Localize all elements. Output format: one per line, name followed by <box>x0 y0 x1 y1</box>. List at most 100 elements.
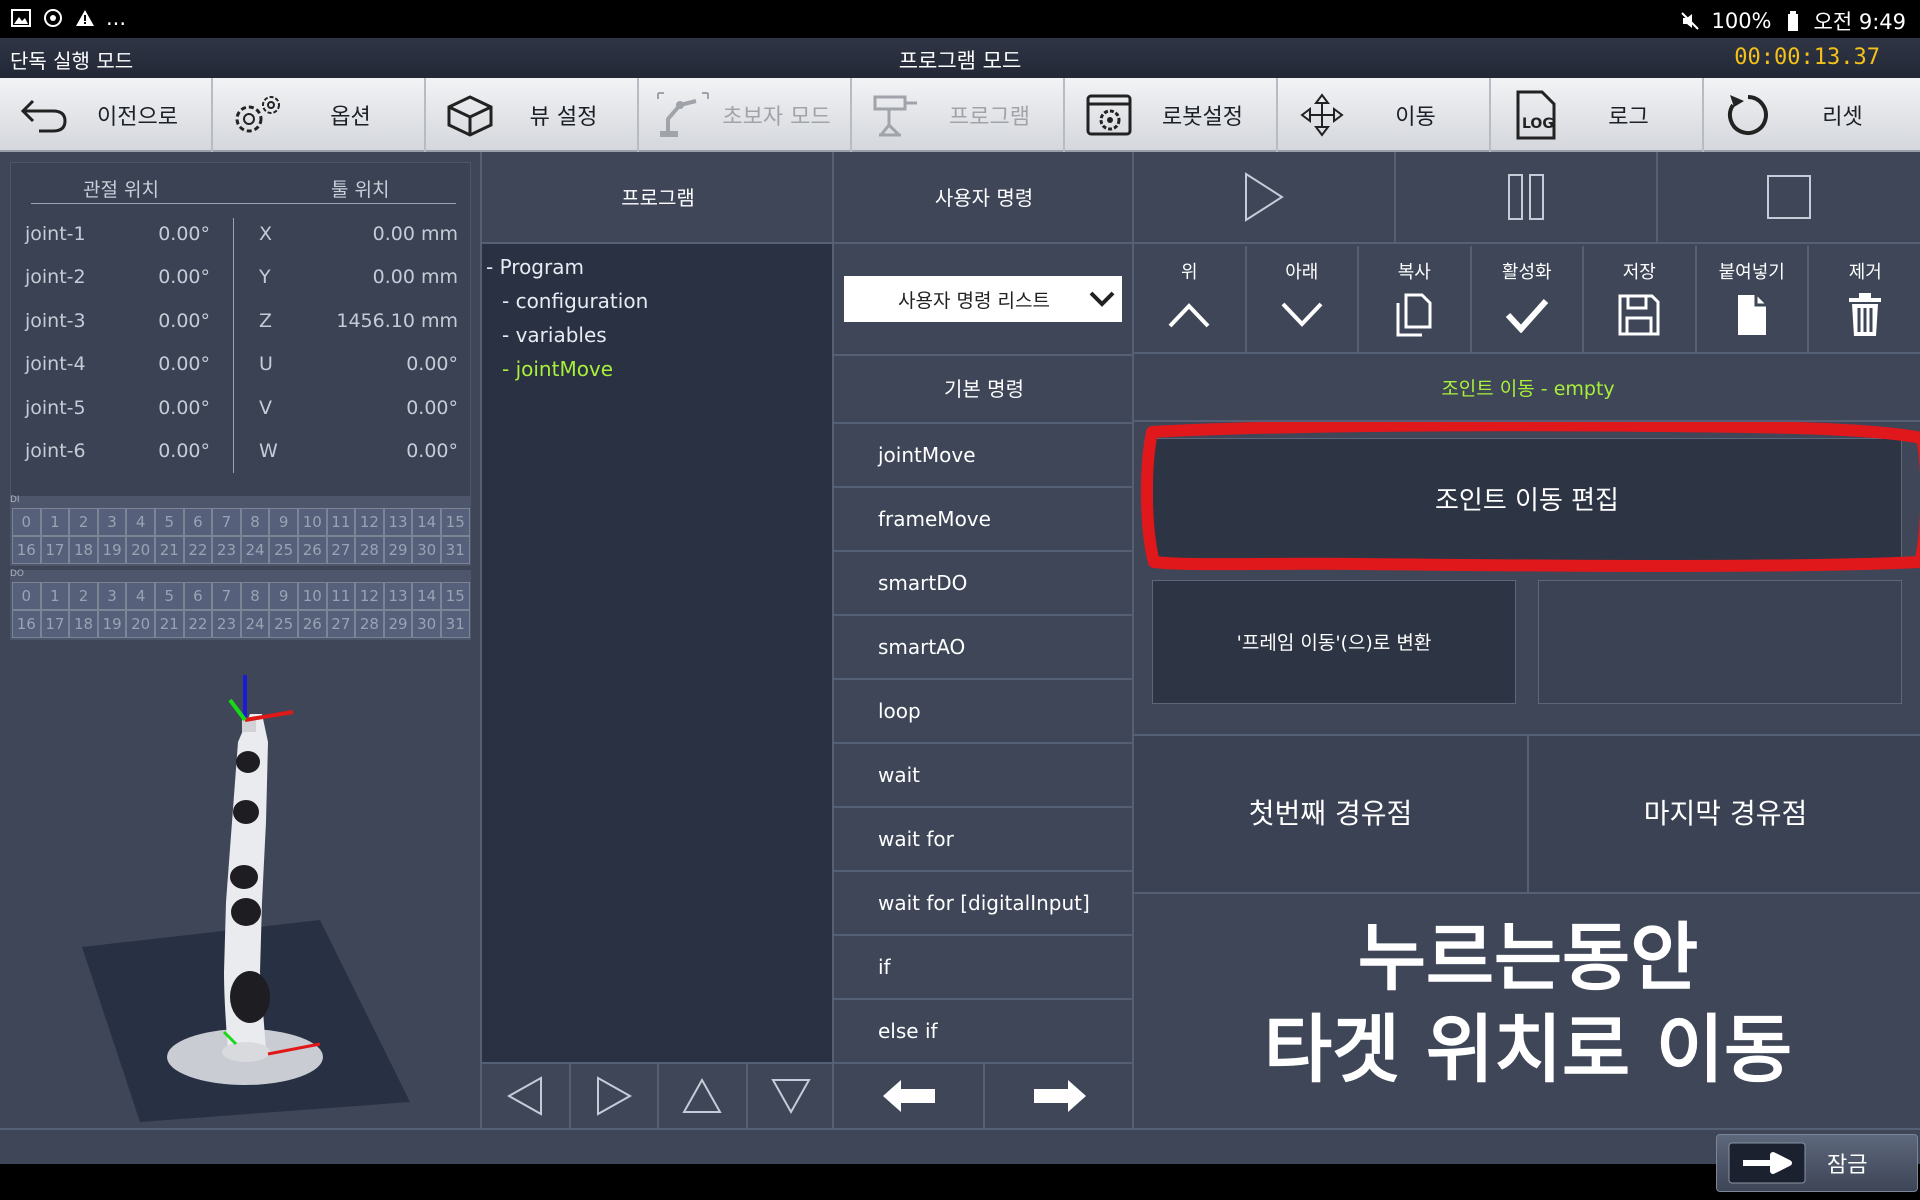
command-item[interactable]: jointMove <box>834 424 1134 488</box>
do-cell: 17 <box>40 610 70 638</box>
joint-name: joint-1 <box>25 223 86 245</box>
position-table: 관절 위치 툴 위치 joint-1 0.00° X 0.00 mm joint… <box>10 162 471 500</box>
stop-button[interactable] <box>1658 152 1920 242</box>
trash-icon <box>1847 290 1883 340</box>
nav-down-button[interactable] <box>748 1064 835 1128</box>
command-item[interactable]: frameMove <box>834 488 1134 552</box>
lock-button[interactable]: 잠금 <box>1716 1134 1918 1192</box>
activate-button[interactable]: 활성화 <box>1472 246 1584 352</box>
paste-button[interactable]: 붙여넣기 <box>1697 246 1809 352</box>
robot-3d-view[interactable] <box>10 672 471 1122</box>
command-item[interactable]: if <box>834 936 1134 1000</box>
copy-button[interactable]: 복사 <box>1359 246 1472 352</box>
do-cell: 28 <box>355 610 384 638</box>
play-button[interactable] <box>1134 152 1396 242</box>
command-item[interactable]: wait for <box>834 808 1134 872</box>
do-cell: 20 <box>126 610 155 638</box>
program-header: 프로그램 <box>482 152 834 244</box>
do-label: DO <box>10 569 25 579</box>
pause-icon <box>1508 174 1544 220</box>
program-label: 프로그램 <box>949 105 1030 130</box>
run-mode-label: 단독 실행 모드 <box>10 49 134 73</box>
command-item[interactable]: smartAO <box>834 616 1134 680</box>
battery-icon <box>1782 11 1804 31</box>
di-cell: 22 <box>183 536 213 564</box>
do-cell: 21 <box>154 610 184 638</box>
do-cell: 4 <box>126 582 155 610</box>
joint-name: joint-5 <box>25 397 86 419</box>
di-cell: 30 <box>412 536 441 564</box>
di-cell: 8 <box>240 508 270 536</box>
nav-right-button[interactable] <box>571 1064 659 1128</box>
options-button[interactable]: 옵션 <box>213 78 426 152</box>
tree-item-variables[interactable]: - variables <box>486 318 648 352</box>
di-cell: 26 <box>297 536 327 564</box>
play-icon <box>1245 172 1284 222</box>
command-item[interactable]: smartDO <box>834 552 1134 616</box>
joint-move-edit-button[interactable]: 조인트 이동 편집 <box>1152 438 1902 562</box>
do-cell: 6 <box>183 582 213 610</box>
do-cell: 26 <box>297 610 327 638</box>
nav-up-button[interactable] <box>659 1064 748 1128</box>
di-cell: 17 <box>40 536 70 564</box>
di-cell: 18 <box>69 536 98 564</box>
back-label: 이전으로 <box>97 105 178 130</box>
di-cell: 10 <box>297 508 327 536</box>
tool-axis: Y <box>259 266 271 288</box>
robot-joint <box>233 800 259 824</box>
tree-item-jointmove[interactable]: - jointMove <box>486 352 648 386</box>
joint-value: 0.00° <box>158 440 210 462</box>
program-button[interactable]: 프로그램 <box>852 78 1065 152</box>
joint-name: joint-6 <box>25 440 86 462</box>
triangle-right-icon <box>596 1076 632 1116</box>
move-down-label: 아래 <box>1285 262 1319 283</box>
arrow-left-button[interactable] <box>834 1064 985 1128</box>
program-panel: 프로그램 - Program - configuration - variabl… <box>480 152 835 1128</box>
view-settings-button[interactable]: 뷰 설정 <box>426 78 639 152</box>
move-up-label: 위 <box>1180 262 1198 283</box>
remove-button[interactable]: 제거 <box>1809 246 1920 352</box>
last-waypoint-button[interactable]: 마지막 경유점 <box>1529 736 1920 892</box>
program-tree: - Program - configuration - variables - … <box>486 250 648 386</box>
move-down-button[interactable]: 아래 <box>1247 246 1359 352</box>
do-cell: 27 <box>326 610 356 638</box>
beginner-mode-button[interactable]: 초보자 모드 <box>639 78 852 152</box>
do-cell: 22 <box>183 610 213 638</box>
di-cell: 23 <box>212 536 241 564</box>
digital-output-panel: DO 0 1 2 3 4 5 6 7 8 9 10 11 12 13 14 15 16 17 18 19 20 21 22 2… <box>10 569 471 640</box>
mute-icon <box>1679 11 1701 31</box>
move-up-button[interactable]: 위 <box>1134 246 1247 352</box>
paste-icon <box>1734 290 1770 340</box>
command-item[interactable]: loop <box>834 680 1134 744</box>
robot-program-icon <box>866 87 926 143</box>
command-edit-area: 조인트 이동 편집 '프레임 이동'(으)로 변환 <box>1134 422 1920 734</box>
move-button[interactable]: 이동 <box>1278 78 1491 152</box>
user-command-dropdown[interactable]: 사용자 명령 리스트 <box>844 276 1122 322</box>
command-item[interactable]: wait for [digitalInput] <box>834 872 1134 936</box>
tool-value: 0.00 mm <box>372 266 458 288</box>
arrow-right-button[interactable] <box>985 1064 1134 1128</box>
tree-item-program[interactable]: - Program <box>486 250 648 284</box>
save-label: 저장 <box>1622 262 1656 283</box>
do-cell: 11 <box>326 582 356 610</box>
robot-settings-button[interactable]: 로봇설정 <box>1065 78 1278 152</box>
command-item[interactable]: else if <box>834 1000 1134 1064</box>
pause-button[interactable] <box>1396 152 1658 242</box>
check-icon <box>1505 290 1549 340</box>
tree-item-configuration[interactable]: - configuration <box>486 284 648 318</box>
save-button[interactable]: 저장 <box>1584 246 1697 352</box>
header-divider <box>31 203 456 204</box>
first-waypoint-button[interactable]: 첫번째 경유점 <box>1134 736 1529 892</box>
reset-button[interactable]: 리셋 <box>1704 78 1917 152</box>
back-button[interactable]: 이전으로 <box>0 78 213 152</box>
do-cell: 29 <box>383 610 413 638</box>
di-cell: 27 <box>326 536 356 564</box>
editor-panel: 위 아래 복사 활성화 저장 붙여넣기 제거 조인트 이동 - empty 조인… <box>1132 152 1920 1128</box>
hold-line-1: 누르는동안 <box>1357 915 1699 1001</box>
log-button[interactable]: LOG 로그 <box>1491 78 1704 152</box>
hold-to-move-button[interactable]: 누르는동안 타겟 위치로 이동 <box>1134 912 1920 1096</box>
command-item[interactable]: wait <box>834 744 1134 808</box>
convert-to-frame-move-button[interactable]: '프레임 이동'(으)로 변환 <box>1152 580 1516 704</box>
nav-left-button[interactable] <box>482 1064 571 1128</box>
command-list: jointMove frameMove smartDO smartAO loop… <box>834 424 1134 1064</box>
